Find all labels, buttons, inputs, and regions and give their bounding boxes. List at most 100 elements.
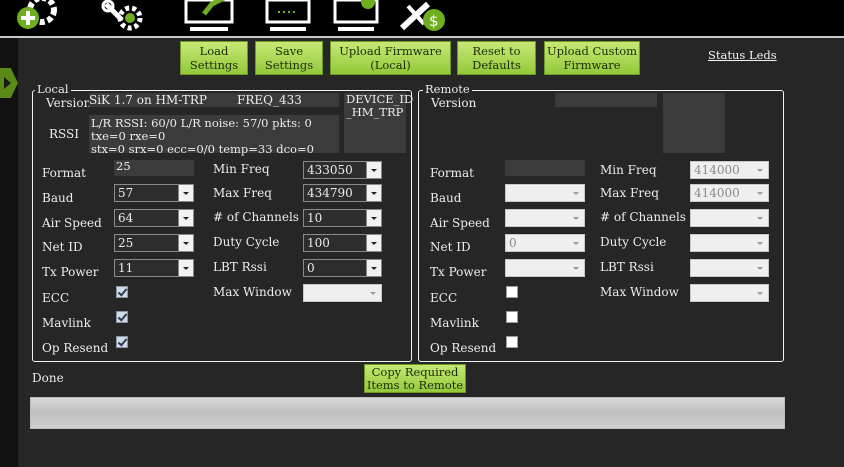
load-settings-label: Load Settings: [189, 44, 239, 72]
rssi-line2: stx=0 srx=0 ecc=0/0 temp=33 dco=0: [91, 142, 314, 156]
load-settings-button[interactable]: Load Settings: [180, 41, 248, 75]
local-rssi-box: L/R RSSI: 60/0 L/R noise: 57/0 pkts: 0 t…: [89, 115, 339, 156]
local-min-freq-select[interactable]: 433050: [303, 161, 382, 179]
remote-baud-label: Baud: [430, 191, 462, 205]
local-tx-power-select[interactable]: 11: [114, 259, 194, 277]
remote-device-id-box: [663, 93, 725, 153]
local-mavlink-checkbox[interactable]: [116, 311, 128, 323]
chevron-down-icon: [366, 285, 381, 301]
reset-sublabel: Defaults: [472, 58, 521, 72]
chevron-down-icon: [569, 185, 584, 201]
local-version-label: Version: [46, 96, 92, 110]
local-max-window-select[interactable]: [303, 284, 382, 302]
remote-op-resend-checkbox[interactable]: [506, 336, 518, 348]
chevron-down-icon: [753, 285, 768, 301]
local-max-freq-select[interactable]: 434790: [303, 184, 382, 202]
save-settings-label: Save Settings: [264, 44, 314, 72]
local-channels-value: 10: [307, 211, 323, 225]
remote-lbt-rssi-select[interactable]: [690, 259, 769, 277]
local-lbt-rssi-select[interactable]: 0: [303, 259, 382, 277]
save-settings-button[interactable]: Save Settings: [255, 41, 323, 75]
local-lbt-rssi-value: 0: [307, 261, 315, 275]
remote-min-freq-select[interactable]: 414000: [690, 161, 769, 179]
remote-min-freq-value: 414000: [694, 163, 740, 177]
remote-tx-power-select[interactable]: [505, 259, 585, 277]
local-device-id-box: DEVICE_ID _HM_TRP: [344, 93, 413, 153]
status-leds-link[interactable]: Status Leds: [708, 48, 777, 62]
remote-air-speed-label: Air Speed: [430, 216, 490, 230]
local-op-resend-label: Op Resend: [42, 341, 109, 355]
remote-max-window-label: Max Window: [600, 285, 679, 299]
local-tx-power-value: 11: [118, 261, 134, 275]
local-lbt-rssi-label: LBT Rssi: [213, 260, 267, 274]
reset-defaults-button[interactable]: Reset to Defaults: [457, 41, 536, 75]
local-group-title: Local: [35, 82, 71, 96]
local-net-id-select[interactable]: 25: [114, 234, 194, 252]
copy-required-label: Copy Required: [371, 364, 459, 379]
chevron-down-icon: [569, 210, 584, 226]
reset-label: Reset to: [472, 44, 521, 58]
local-max-freq-label: Max Freq: [213, 186, 272, 200]
local-baud-select[interactable]: 57: [114, 184, 194, 202]
local-mavlink-label: Mavlink: [42, 316, 91, 330]
upload-firmware-sublabel: (Local): [370, 58, 411, 72]
upload-custom-label: Upload Custom: [546, 44, 638, 58]
status-text: Done: [32, 371, 64, 385]
remote-format-value: [505, 160, 585, 176]
local-net-id-label: Net ID: [42, 240, 83, 254]
left-sidebar-strip: [0, 38, 18, 467]
remote-ecc-checkbox[interactable]: [506, 286, 518, 298]
chevron-down-icon: [366, 210, 381, 226]
upload-firmware-button[interactable]: Upload Firmware (Local): [330, 41, 451, 75]
remote-baud-select[interactable]: [505, 184, 585, 202]
plug-dollar-icon[interactable]: $: [398, 0, 450, 34]
monitor-info-icon[interactable]: [332, 0, 382, 34]
remote-version-label: Version: [431, 96, 477, 110]
remote-channels-select[interactable]: [690, 209, 769, 227]
remote-group-title: Remote: [423, 82, 472, 96]
local-duty-cycle-select[interactable]: 100: [303, 234, 382, 252]
add-gear-icon[interactable]: [14, 0, 60, 34]
monitor-check-icon[interactable]: [182, 0, 238, 34]
remote-duty-cycle-select[interactable]: [690, 234, 769, 252]
chevron-down-icon: [753, 162, 768, 178]
upload-custom-firmware-button[interactable]: Upload Custom Firmware: [544, 41, 640, 75]
local-op-resend-checkbox[interactable]: [116, 336, 128, 348]
chevron-down-icon: [569, 260, 584, 276]
remote-net-id-value: 0: [509, 236, 517, 250]
local-ecc-label: ECC: [42, 291, 70, 305]
upload-custom-sublabel: Firmware: [563, 58, 621, 72]
chevron-down-icon: [178, 210, 193, 226]
remote-max-window-select[interactable]: [690, 284, 769, 302]
local-ecc-checkbox[interactable]: [116, 286, 128, 298]
copy-required-button[interactable]: Copy Required Items to Remote: [364, 364, 466, 393]
remote-version-box: [555, 93, 657, 107]
progress-bar: [30, 397, 785, 429]
local-channels-label: # of Channels: [213, 210, 299, 224]
wrench-gear-icon[interactable]: [100, 0, 146, 34]
chevron-down-icon: [753, 260, 768, 276]
local-format-value: 25: [114, 160, 194, 176]
remote-max-freq-select[interactable]: 414000: [690, 184, 769, 202]
local-baud-value: 57: [118, 186, 134, 200]
local-duty-cycle-value: 100: [307, 236, 330, 250]
local-max-window-label: Max Window: [213, 285, 292, 299]
local-channels-select[interactable]: 10: [303, 209, 382, 227]
chevron-down-icon: [366, 185, 381, 201]
local-freq-value: FREQ_433: [237, 93, 302, 107]
top-toolbar: $: [0, 0, 844, 36]
monitor-dots-icon[interactable]: [264, 0, 314, 34]
remote-net-id-label: Net ID: [430, 240, 471, 254]
remote-mavlink-checkbox[interactable]: [506, 311, 518, 323]
local-min-freq-label: Min Freq: [213, 162, 270, 176]
chevron-down-icon: [366, 235, 381, 251]
local-min-freq-value: 433050: [307, 163, 353, 177]
toolbar-divider: [0, 36, 844, 38]
local-air-speed-select[interactable]: 64: [114, 209, 194, 227]
chevron-down-icon: [753, 210, 768, 226]
chevron-down-icon: [753, 185, 768, 201]
chevron-down-icon: [178, 260, 193, 276]
remote-mavlink-label: Mavlink: [430, 316, 479, 330]
remote-air-speed-select[interactable]: [505, 209, 585, 227]
remote-net-id-select[interactable]: 0: [505, 234, 585, 252]
